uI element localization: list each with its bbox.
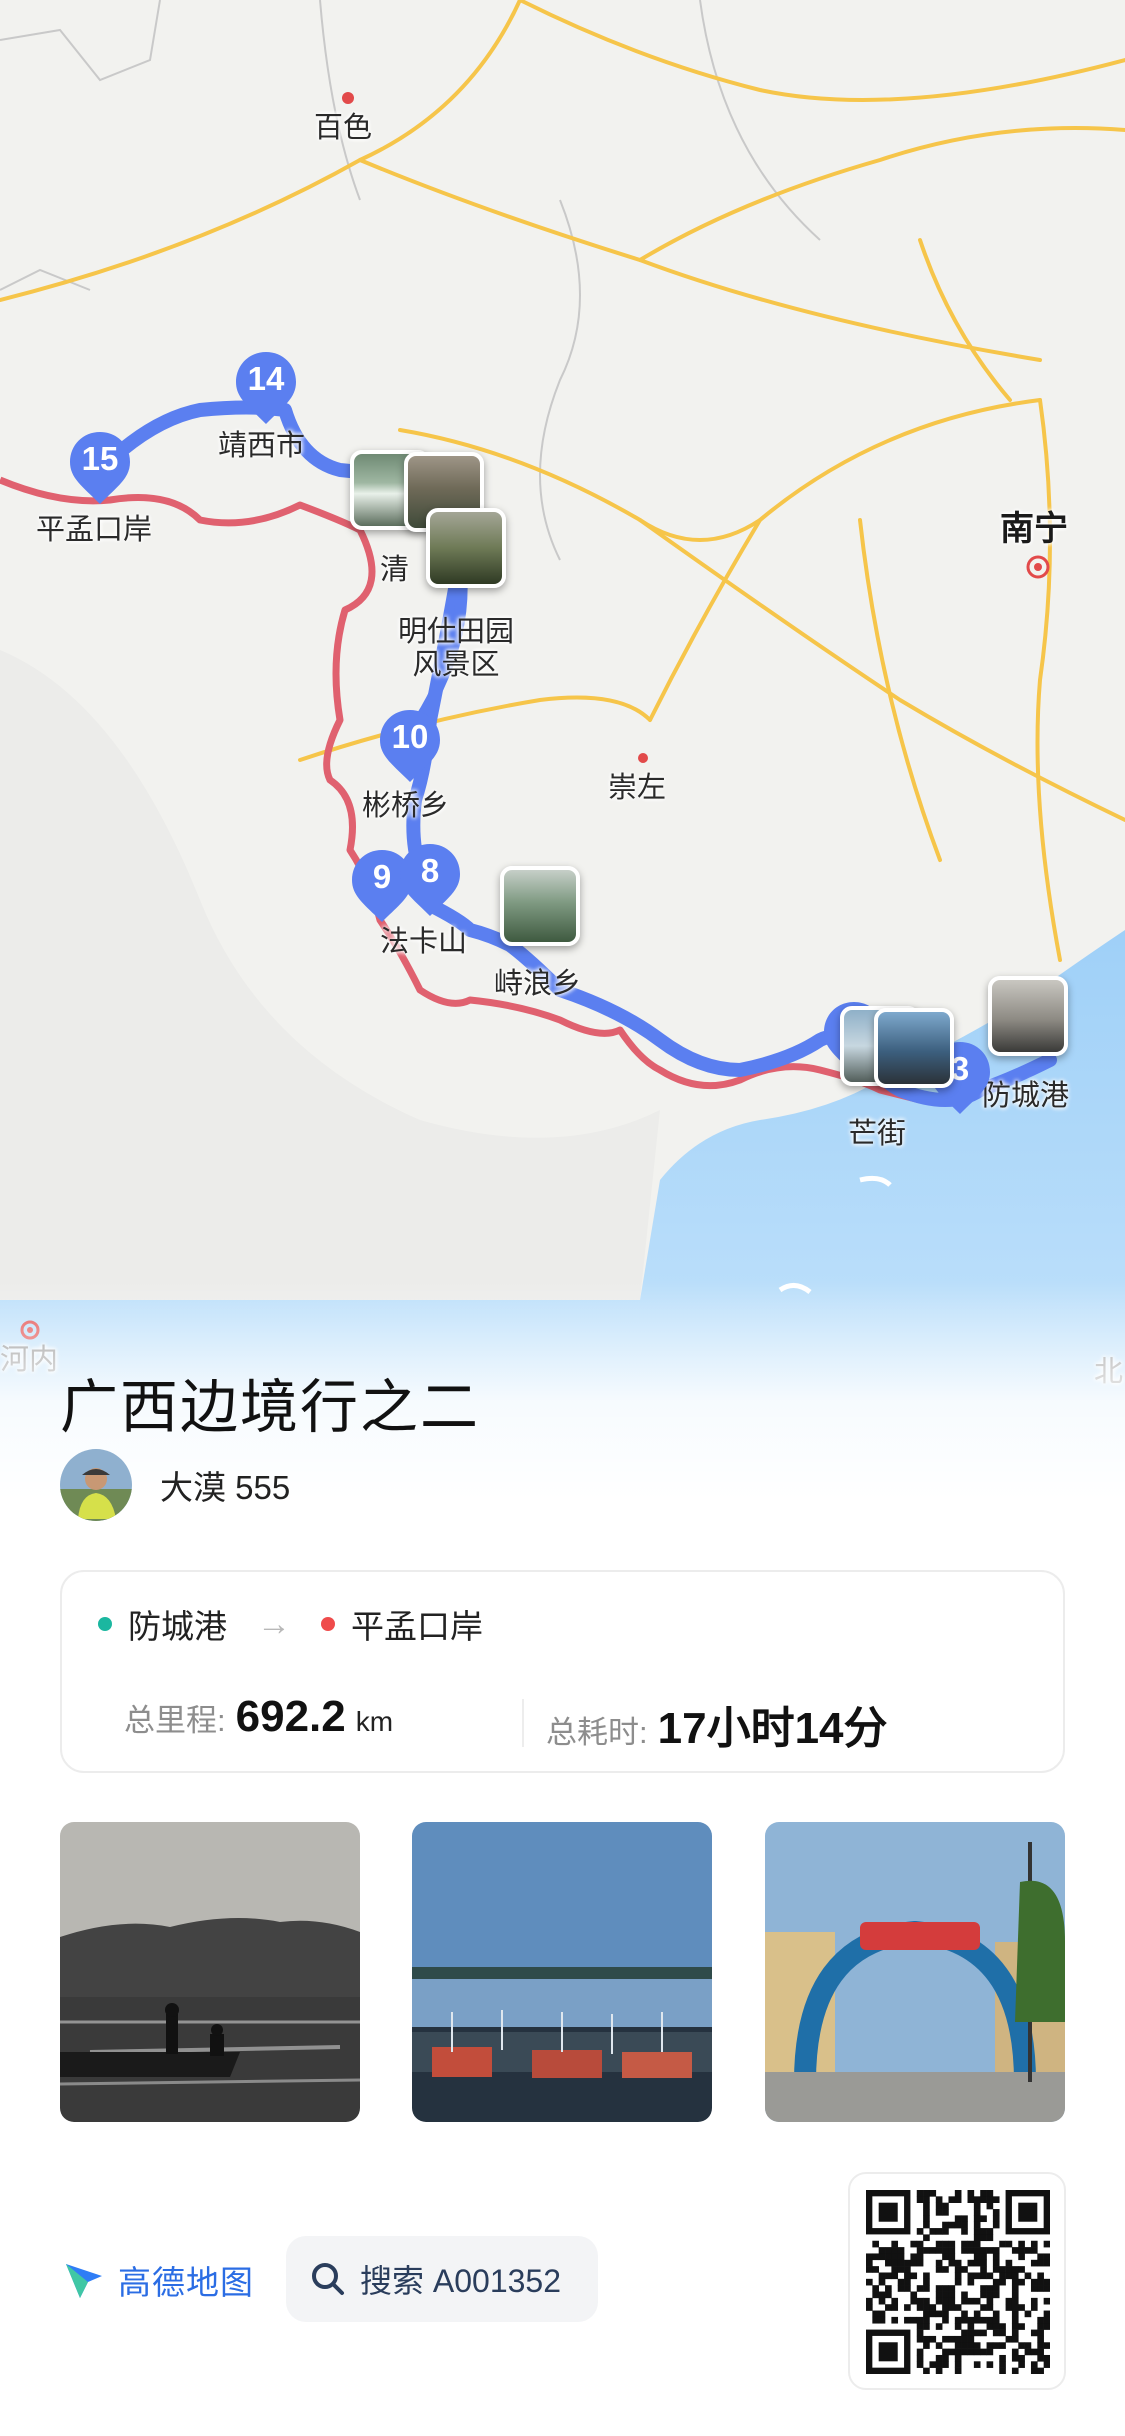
route-summary-card: 防城港 → 平孟口岸 总里程: 692.2 km 总耗时: 17小时14分: [60, 1570, 1065, 1773]
end-dot: [321, 1617, 335, 1631]
map-photo-thumbnail[interactable]: [426, 508, 506, 588]
author-row[interactable]: 大漠 555: [60, 1448, 290, 1522]
arrow-right-icon: →: [257, 1604, 291, 1643]
place-label-chongzuo: 崇左: [608, 772, 667, 804]
start-dot: [98, 1617, 112, 1631]
author-name[interactable]: 大漠 555: [160, 1461, 290, 1509]
place-label-shilang: 峙浪乡: [494, 968, 582, 1000]
search-code-text: 搜索 A001352: [360, 2263, 562, 2299]
map-photo-thumbnail[interactable]: [988, 976, 1068, 1056]
place-label-fangcheng: 防城港: [982, 1080, 1070, 1112]
avatar[interactable]: [60, 1449, 132, 1521]
route-map[interactable]: 百色 靖西市 平孟口岸 清 明仕田园 风景区 彬桥乡 崇左 法卡山 峙浪乡 南宁…: [0, 0, 1125, 1500]
place-label-faka: 法卡山: [380, 926, 468, 958]
trip-photo-2[interactable]: [412, 1822, 712, 2122]
time-value: 17小时14分: [657, 1704, 888, 1753]
stop-pin-15[interactable]: 15: [68, 430, 132, 506]
distance-label: 总里程:: [124, 1703, 226, 1738]
map-photo-thumbnail[interactable]: [500, 866, 580, 946]
place-label-baise: 百色: [314, 112, 373, 144]
amap-brand[interactable]: 高德地图: [60, 2256, 254, 2304]
route-start: 防城港: [128, 1608, 227, 1645]
stop-pin-14[interactable]: 14: [234, 350, 298, 426]
trip-title: 广西边境行之二: [60, 1375, 481, 1440]
place-label-mangjie: 芒街: [848, 1118, 907, 1150]
distance-value: 692.2: [235, 1692, 346, 1741]
map-canvas: [0, 0, 1125, 1500]
qr-code-icon: [866, 2190, 1051, 2375]
place-label-shanqiao: 彬桥乡: [362, 790, 450, 822]
route-endpoints: 防城港 → 平孟口岸: [98, 1600, 483, 1648]
route-end: 平孟口岸: [351, 1608, 483, 1645]
distance-stat: 总里程: 692.2 km: [124, 1692, 393, 1742]
search-icon: [312, 2263, 344, 2295]
brand-name: 高德地图: [118, 2264, 254, 2301]
time-label: 总耗时:: [546, 1715, 648, 1750]
trip-photo-1[interactable]: [60, 1822, 360, 2122]
amap-logo-icon: [66, 2264, 102, 2298]
distance-unit: km: [355, 1706, 394, 1737]
place-label-pingmeng: 平孟口岸: [36, 514, 153, 546]
stop-pin-8[interactable]: 8: [398, 842, 462, 918]
stat-divider: [522, 1699, 524, 1747]
place-label-jingxi: 靖西市: [218, 430, 306, 462]
place-label-nanning: 南宁: [1000, 510, 1068, 548]
search-code-button[interactable]: 搜索 A001352: [286, 2236, 598, 2322]
time-stat: 总耗时: 17小时14分: [546, 1692, 888, 1756]
qr-code[interactable]: [848, 2172, 1066, 2390]
place-label-qingshan: 清: [380, 554, 410, 586]
trip-photo-3[interactable]: [765, 1822, 1065, 2122]
map-photo-thumbnail[interactable]: [874, 1008, 954, 1088]
stop-pin-10[interactable]: 10: [378, 708, 442, 784]
place-label-mingshi: 明仕田园 风景区: [398, 616, 515, 682]
